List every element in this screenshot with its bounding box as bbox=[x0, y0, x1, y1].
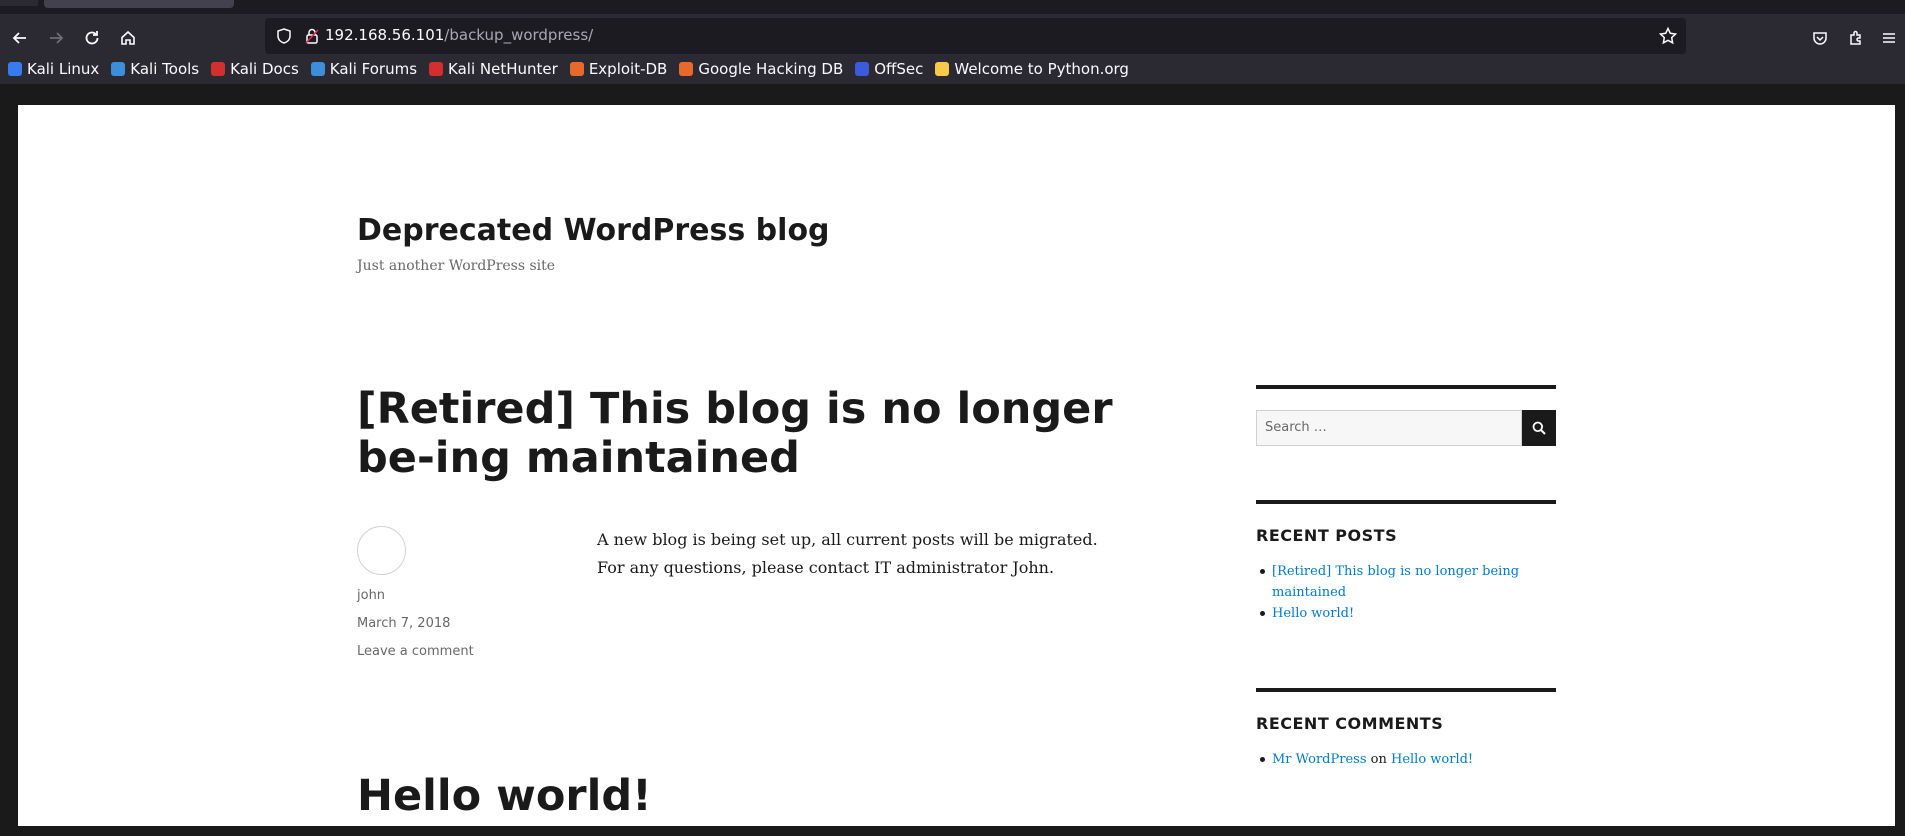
post-title-hello-world[interactable]: Hello world! bbox=[357, 771, 652, 821]
bookmark-kali-nethunter[interactable]: Kali NetHunter bbox=[429, 60, 558, 78]
bookmark-exploit-db[interactable]: Exploit-DB bbox=[569, 60, 668, 78]
comment-post-link[interactable]: Hello world! bbox=[1391, 752, 1473, 767]
python-icon bbox=[935, 62, 950, 76]
forward-button[interactable] bbox=[40, 22, 72, 54]
exploit-db-icon bbox=[569, 62, 584, 76]
app-menu-button[interactable] bbox=[1876, 22, 1902, 54]
puzzle-extensions-icon bbox=[1850, 30, 1861, 45]
bookmark-label: Welcome to Python.org bbox=[954, 60, 1129, 78]
bookmark-label: Kali Tools bbox=[130, 60, 200, 78]
search-input[interactable]: Search … bbox=[1256, 410, 1522, 446]
list-item: [Retired] This blog is no longer being m… bbox=[1256, 561, 1556, 603]
widget-divider bbox=[1256, 385, 1556, 389]
back-arrow-icon bbox=[12, 32, 26, 44]
recent-post-link[interactable]: [Retired] This blog is no longer being m… bbox=[1272, 564, 1519, 600]
pocket-icon bbox=[1813, 32, 1827, 45]
page-viewport: Deprecated WordPress blog Just another W… bbox=[0, 84, 1905, 836]
site-title[interactable]: Deprecated WordPress blog bbox=[357, 213, 830, 248]
recent-posts-list: [Retired] This blog is no longer being m… bbox=[1256, 561, 1556, 624]
url-text[interactable]: 192.168.56.101/backup_wordpress/ bbox=[325, 26, 593, 44]
home-button[interactable] bbox=[112, 22, 144, 54]
recent-comments-heading: RECENT COMMENTS bbox=[1256, 714, 1444, 733]
recent-posts-heading: RECENT POSTS bbox=[1256, 526, 1398, 545]
widget-divider bbox=[1256, 688, 1556, 692]
search-icon bbox=[1532, 421, 1546, 435]
ghdb-icon bbox=[679, 62, 694, 76]
recent-post-link[interactable]: Hello world! bbox=[1272, 606, 1354, 621]
tab-left-stub[interactable] bbox=[0, 0, 38, 6]
url-path: /backup_wordpress/ bbox=[444, 26, 594, 44]
tracking-protection-shield-icon[interactable] bbox=[275, 27, 293, 45]
insecure-lock-icon[interactable] bbox=[303, 27, 321, 45]
home-icon bbox=[121, 30, 135, 45]
bookmark-kali-linux[interactable]: Kali Linux bbox=[8, 60, 99, 78]
extensions-button[interactable] bbox=[1840, 22, 1872, 54]
pocket-button[interactable] bbox=[1804, 22, 1836, 54]
post-body-line-1: A new blog is being set up, all current … bbox=[597, 530, 1098, 549]
bookmark-label: Kali NetHunter bbox=[448, 60, 558, 78]
reload-button[interactable] bbox=[76, 22, 108, 54]
widget-divider bbox=[1256, 500, 1556, 504]
kali-dragon-icon bbox=[8, 62, 22, 76]
list-item: Mr WordPress on Hello world! bbox=[1256, 749, 1556, 770]
bookmark-label: Kali Forums bbox=[329, 60, 418, 78]
post-title[interactable]: [Retired] This blog is no longer be-ing … bbox=[357, 385, 1177, 483]
address-bar[interactable]: 192.168.56.101/backup_wordpress/ bbox=[265, 18, 1686, 54]
bookmark-kali-tools[interactable]: Kali Tools bbox=[111, 60, 199, 78]
reload-icon bbox=[85, 31, 99, 45]
bookmark-label: Kali Docs bbox=[230, 60, 299, 78]
bookmark-python-org[interactable]: Welcome to Python.org bbox=[935, 60, 1129, 78]
url-host: 192.168.56.101 bbox=[325, 26, 445, 44]
kali-tools-icon bbox=[111, 62, 126, 76]
bookmark-label: Google Hacking DB bbox=[698, 60, 844, 78]
recent-comments-list: Mr WordPress on Hello world! bbox=[1256, 749, 1556, 770]
author-avatar bbox=[357, 526, 406, 575]
comment-on-text: on bbox=[1370, 752, 1387, 767]
back-button[interactable] bbox=[4, 22, 36, 54]
search-button[interactable] bbox=[1522, 410, 1556, 446]
bookmark-label: Exploit-DB bbox=[588, 60, 668, 78]
bookmark-label: OffSec bbox=[874, 60, 924, 78]
bookmark-label: Kali Linux bbox=[27, 60, 100, 78]
bookmark-kali-forums[interactable]: Kali Forums bbox=[310, 60, 418, 78]
list-item: Hello world! bbox=[1256, 603, 1556, 624]
kali-docs-icon bbox=[211, 62, 226, 76]
kali-forums-icon bbox=[310, 62, 325, 76]
offsec-icon bbox=[855, 62, 870, 76]
bookmark-google-hacking-db[interactable]: Google Hacking DB bbox=[679, 60, 843, 78]
bookmarks-toolbar: Kali Linux Kali Tools Kali Docs Kali For… bbox=[0, 54, 1905, 84]
post-author[interactable]: john bbox=[357, 588, 385, 603]
post-body-line-2: For any questions, please contact IT adm… bbox=[597, 558, 1055, 577]
comment-author-link[interactable]: Mr WordPress bbox=[1272, 752, 1367, 767]
bookmark-star-icon[interactable] bbox=[1658, 26, 1678, 46]
nethunter-icon bbox=[429, 62, 444, 76]
forward-arrow-icon bbox=[50, 32, 64, 44]
hamburger-menu-icon bbox=[1883, 33, 1895, 43]
active-tab[interactable] bbox=[44, 0, 234, 8]
wordpress-page: Deprecated WordPress blog Just another W… bbox=[18, 105, 1895, 826]
post-date[interactable]: March 7, 2018 bbox=[357, 616, 450, 631]
leave-comment-link[interactable]: Leave a comment bbox=[357, 644, 474, 659]
bookmark-kali-docs[interactable]: Kali Docs bbox=[211, 60, 299, 78]
site-description: Just another WordPress site bbox=[357, 258, 556, 274]
tab-strip bbox=[0, 0, 1905, 14]
post-content: A new blog is being set up, all current … bbox=[597, 526, 1117, 582]
bookmark-offsec[interactable]: OffSec bbox=[855, 60, 923, 78]
